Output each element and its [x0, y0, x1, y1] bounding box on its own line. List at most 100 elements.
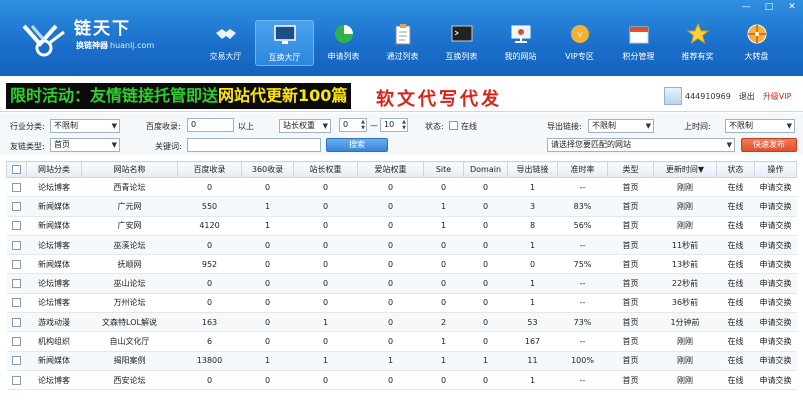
column-header[interactable]: 更新时间▼ [653, 161, 717, 178]
promo-softwriting[interactable]: 软文代写代发 [376, 85, 502, 111]
row-checkbox[interactable] [6, 331, 27, 352]
weight-from-stepper[interactable]: 0 ▲ ▼ [339, 118, 367, 132]
apply-exchange-link[interactable]: 申请交换 [754, 196, 797, 217]
upgrade-vip-link[interactable]: 升级VIP [763, 91, 792, 102]
site-category-link[interactable]: 游戏动漫 [26, 312, 82, 333]
nav-apply-list[interactable]: 申请列表 [314, 20, 373, 66]
table-cell: -- [557, 273, 608, 294]
apply-exchange-link[interactable]: 申请交换 [754, 254, 797, 275]
friend-type-select[interactable]: 首页 ▼ [50, 138, 120, 152]
weight-type-select[interactable]: 站长权重 ▼ [279, 119, 331, 133]
site-category-link[interactable]: 论坛博客 [26, 235, 82, 256]
site-name-link[interactable]: 万州论坛 [81, 293, 178, 314]
site-category-link[interactable]: 论坛博客 [26, 370, 82, 391]
site-category-link[interactable]: 新闻媒体 [26, 216, 82, 236]
table-cell: 在线 [716, 254, 755, 275]
table-cell: 在线 [716, 370, 755, 391]
industry-select[interactable]: 不限制 ▼ [50, 119, 120, 133]
site-name-link[interactable]: 抚顺网 [81, 254, 178, 275]
nav-points[interactable]: 积分管理 [609, 20, 668, 66]
table-cell: 0 [463, 196, 508, 217]
baidu-input[interactable]: 0 [187, 118, 234, 132]
quick-publish-button[interactable]: 快速发布 [741, 138, 797, 152]
site-category-link[interactable]: 论坛博客 [26, 177, 82, 198]
table-cell: 0 [293, 273, 358, 294]
apply-exchange-link[interactable]: 申请交换 [754, 216, 797, 236]
apply-exchange-link[interactable]: 申请交换 [754, 370, 797, 391]
table-cell: 刚刚 [653, 196, 717, 217]
site-name-link[interactable]: 巫山论坛 [81, 273, 178, 294]
table-cell: 首页 [607, 331, 654, 352]
search-button[interactable]: 搜索 [326, 138, 388, 152]
site-name-link[interactable]: 自山文化厅 [81, 331, 178, 352]
nav-approved-list[interactable]: 通过列表 [373, 20, 432, 66]
table-cell: 53 [507, 312, 558, 333]
nav-exchange-hall[interactable]: 互换大厅 [255, 20, 314, 66]
uptime-select[interactable]: 不限制 ▼ [725, 119, 795, 133]
apply-exchange-link[interactable]: 申请交换 [754, 235, 797, 256]
vip-icon: V [570, 25, 589, 43]
table-cell: 0 [293, 196, 358, 217]
stepper-arrows-icon: ▲ ▼ [361, 119, 365, 131]
site-name-link[interactable]: 广元网 [81, 196, 178, 217]
row-checkbox[interactable] [6, 177, 27, 198]
row-checkbox[interactable] [6, 370, 27, 391]
nav-referral[interactable]: 推荐有奖 [668, 20, 727, 66]
site-name-link[interactable]: 揭阳案例 [81, 351, 178, 371]
row-checkbox[interactable] [6, 273, 27, 294]
select-all-checkbox[interactable] [6, 161, 27, 178]
keyword-input[interactable] [187, 138, 321, 152]
apply-exchange-link[interactable]: 申请交换 [754, 331, 797, 352]
apply-exchange-link[interactable]: 申请交换 [754, 351, 797, 371]
column-header: 网站名称 [81, 161, 178, 178]
weight-to-stepper[interactable]: 10 ▲ ▼ [380, 118, 408, 132]
maximize-icon[interactable]: □ [763, 2, 775, 12]
table-cell: 56% [557, 216, 608, 236]
online-checkbox[interactable] [449, 121, 458, 130]
site-name-link[interactable]: 广安网 [81, 216, 178, 236]
nav-wheel[interactable]: 大转盘 [727, 20, 786, 66]
minimize-icon[interactable]: — [740, 2, 752, 12]
site-name-link[interactable]: 巫溪论坛 [81, 235, 178, 256]
row-checkbox[interactable] [6, 235, 27, 256]
apply-exchange-link[interactable]: 申请交换 [754, 273, 797, 294]
site-name-link[interactable]: 文森特LOL解说 [81, 312, 178, 333]
table-cell: 0 [357, 235, 424, 256]
site-category-link[interactable]: 新闻媒体 [26, 254, 82, 275]
site-name-link[interactable]: 西青论坛 [81, 177, 178, 198]
nav-trading-hall[interactable]: 交易大厅 [196, 20, 255, 66]
site-match-select[interactable]: 请选择您要匹配的网站 ▼ [547, 138, 735, 152]
uptime-label: 上时间: [684, 122, 711, 131]
table-cell: 0 [357, 196, 424, 217]
nav-my-sites[interactable]: 我的网站 [491, 20, 550, 66]
user-area: 444910969 退出 升级VIP [664, 86, 791, 106]
site-category-link[interactable]: 论坛博客 [26, 273, 82, 294]
close-icon[interactable]: ✕ [786, 2, 798, 12]
nav-vip-zone[interactable]: V VIP专区 [550, 20, 609, 66]
table-cell: 0 [357, 370, 424, 391]
row-checkbox[interactable] [6, 351, 27, 371]
nav-exchange-list[interactable]: 互换列表 [432, 20, 491, 66]
logout-link[interactable]: 退出 [739, 91, 755, 102]
table-cell: 0 [293, 370, 358, 391]
export-select[interactable]: 不限制 ▼ [588, 119, 654, 133]
row-checkbox[interactable] [6, 254, 27, 275]
row-checkbox[interactable] [6, 312, 27, 333]
avatar[interactable] [664, 87, 682, 105]
apply-exchange-link[interactable]: 申请交换 [754, 312, 797, 333]
apply-exchange-link[interactable]: 申请交换 [754, 293, 797, 314]
site-category-link[interactable]: 新闻媒体 [26, 351, 82, 371]
apply-exchange-link[interactable]: 申请交换 [754, 177, 797, 198]
promo-banner[interactable]: 限时活动：友情链接托管即送网站代更新100篇 [6, 83, 352, 109]
site-category-link[interactable]: 新闻媒体 [26, 196, 82, 217]
row-checkbox[interactable] [6, 196, 27, 217]
site-category-link[interactable]: 论坛博客 [26, 293, 82, 314]
table-row: 机构组织 自山文化厅 6 0 0 0 1 0 167 -- 首页 刚刚 在线 申请交换 [6, 331, 797, 352]
table-cell: 163 [177, 312, 242, 333]
wheel-icon [747, 24, 766, 44]
svg-text:V: V [577, 31, 582, 39]
row-checkbox[interactable] [6, 293, 27, 314]
site-name-link[interactable]: 西安论坛 [81, 370, 178, 391]
row-checkbox[interactable] [6, 216, 27, 236]
site-category-link[interactable]: 机构组织 [26, 331, 82, 352]
